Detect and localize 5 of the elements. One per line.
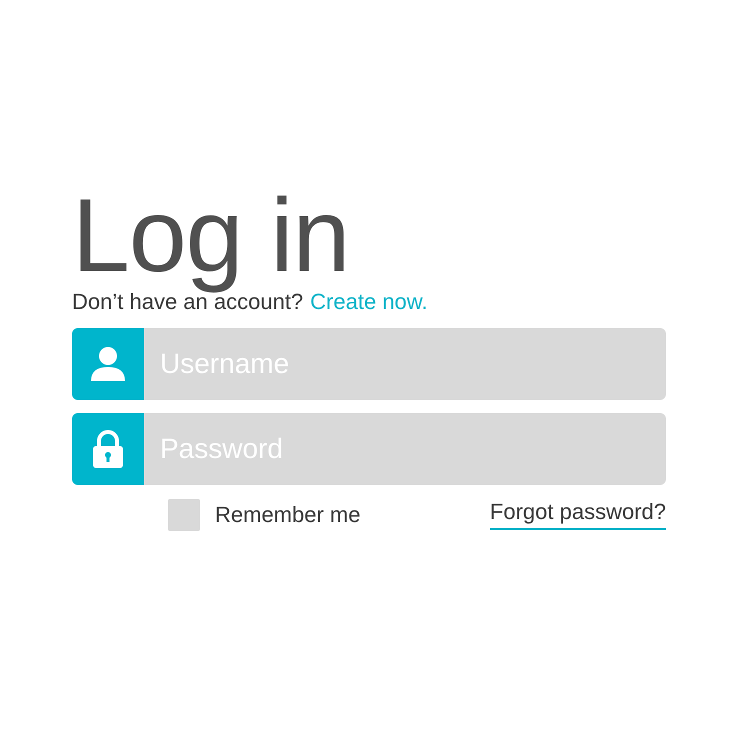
forgot-password-link[interactable]: Forgot password? xyxy=(490,499,666,530)
remember-label: Remember me xyxy=(215,502,360,528)
lock-icon xyxy=(90,428,126,469)
user-icon xyxy=(89,344,127,383)
remember-checkbox[interactable] xyxy=(168,498,200,531)
